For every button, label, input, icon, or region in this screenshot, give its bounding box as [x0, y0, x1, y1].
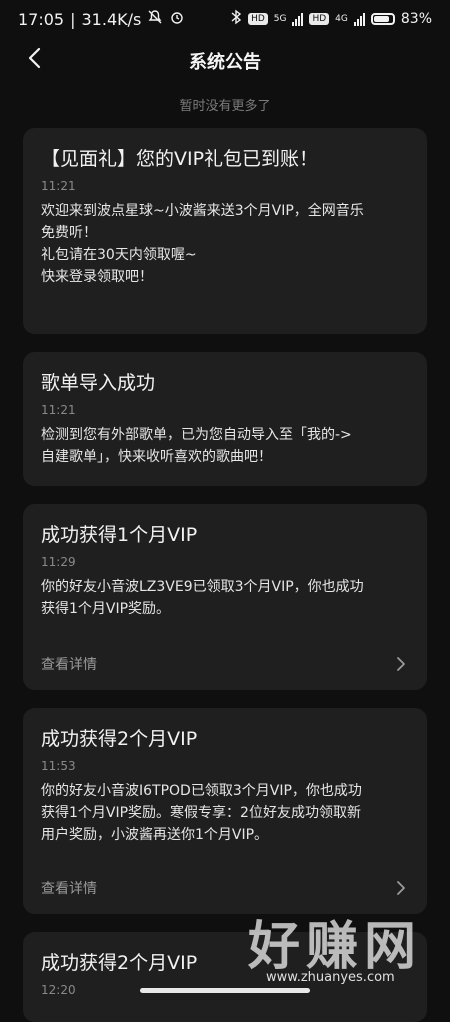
watermark-logo: 好赚网 www.zhuanyes.com [248, 918, 428, 990]
status-time: 17:05 [18, 9, 65, 29]
notice-card[interactable]: 【见面礼】您的VIP礼包已到账！ 11:21 欢迎来到波点星球~小波酱来送3个月… [23, 128, 427, 334]
card-title: 【见面礼】您的VIP礼包已到账！ [41, 148, 319, 170]
card-body: 检测到您有外部歌单，已为您自动导入至「我的-> 自建歌单」，快来收听喜欢的歌曲吧… [41, 427, 352, 465]
view-details-link[interactable]: 查看详情 [41, 652, 409, 676]
hd-badge: HD [309, 13, 330, 25]
home-indicator[interactable] [140, 988, 310, 993]
chevron-right-icon [393, 880, 409, 896]
card-title: 歌单导入成功 [41, 372, 156, 394]
no-more-text: 暂时没有更多了 [179, 99, 271, 114]
battery-percent: 83% [400, 11, 432, 27]
card-body: 欢迎来到波点星球~小波酱来送3个月VIP，全网音乐 免费听！ 礼包请在30天内领… [41, 203, 364, 285]
card-body: 你的好友小音波LZ3VE9已领取3个月VIP，你也成功 获得1个月VIP奖励。 [41, 579, 364, 617]
chevron-right-icon [393, 656, 409, 672]
signal-icon-2 [353, 12, 365, 26]
card-title: 成功获得2个月VIP [41, 728, 198, 750]
notice-card[interactable]: 成功获得1个月VIP 11:29 你的好友小音波LZ3VE9已领取3个月VIP，… [23, 504, 427, 690]
page-title: 系统公告 [189, 52, 261, 73]
watermark-url: www.zhuanyes.com [266, 970, 395, 985]
hd-badge: HD [248, 13, 268, 25]
status-right: HD 5G HD 4G 83% [230, 9, 432, 29]
card-time: 11:53 [41, 759, 76, 773]
bluetooth-icon [230, 9, 242, 29]
status-bar: 17:05 | 31.4K/s HD 5G HD 4G 83% [0, 0, 450, 38]
watermark-text: 好赚网 [248, 916, 423, 977]
status-left: 17:05 | 31.4K/s [18, 9, 185, 29]
header: 系统公告 [0, 38, 450, 82]
view-details-link[interactable]: 查看详情 [41, 876, 409, 900]
network-5g: 5G [274, 14, 287, 24]
mute-bell-icon [147, 9, 163, 29]
alarm-clock-icon [169, 9, 185, 29]
card-time: 11:21 [41, 403, 76, 417]
network-4g: 4G [335, 14, 348, 24]
status-divider: | [70, 9, 76, 29]
notice-card[interactable]: 成功获得2个月VIP 11:53 你的好友小音波I6TPOD已领取3个月VIP，… [23, 708, 427, 914]
card-time: 11:21 [41, 179, 76, 193]
notice-card[interactable]: 歌单导入成功 11:21 检测到您有外部歌单，已为您自动导入至「我的-> 自建歌… [23, 352, 427, 486]
card-time: 11:29 [41, 555, 76, 569]
battery-icon [370, 13, 395, 25]
card-body: 你的好友小音波I6TPOD已领取3个月VIP，你也成功 获得1个月VIP奖励。寒… [41, 783, 362, 843]
network-4g-label: 4G [335, 14, 348, 24]
network-5g-label: 5G [273, 14, 287, 24]
view-details-label: 查看详情 [41, 657, 97, 673]
network-speed: 31.4K/s [81, 9, 142, 29]
battery-fill [373, 16, 389, 22]
view-details-label: 查看详情 [41, 881, 97, 897]
card-title: 成功获得1个月VIP [41, 524, 198, 546]
signal-icon-1 [292, 12, 304, 26]
